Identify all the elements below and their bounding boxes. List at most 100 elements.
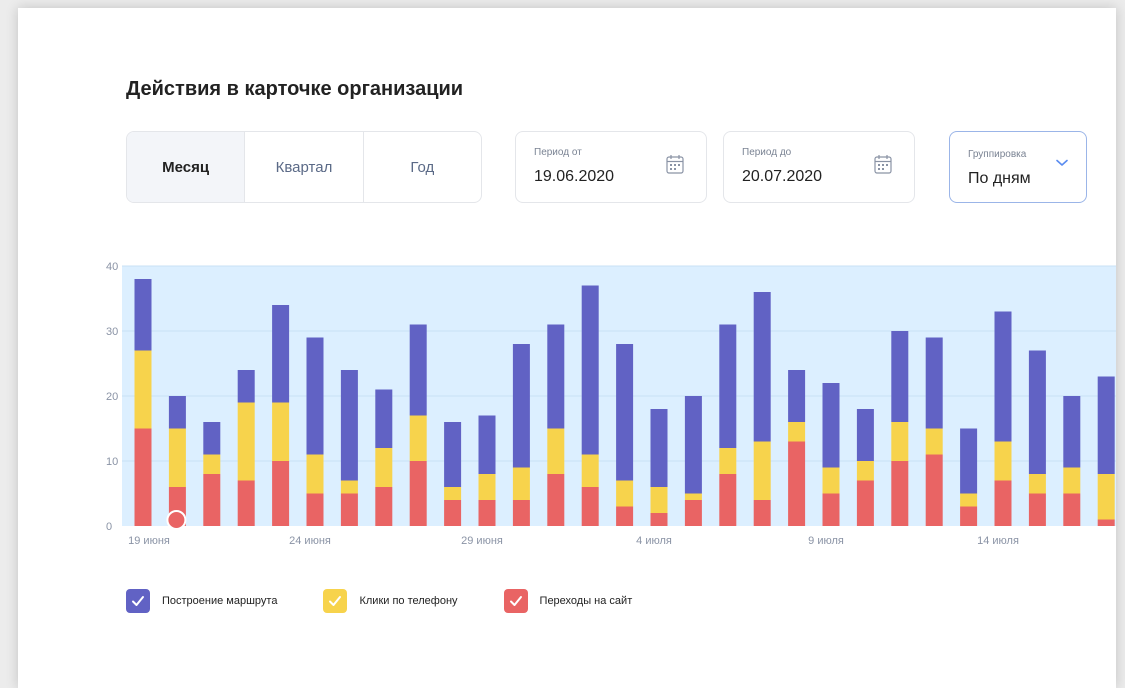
bar-route [478, 415, 496, 474]
y-tick-label: 10 [106, 456, 118, 468]
legend-checkbox-phone[interactable] [323, 589, 348, 613]
y-tick-label: 30 [106, 326, 118, 338]
legend-item-route[interactable]: Построение маршрута [126, 589, 277, 613]
page-title: Действия в карточке организации [126, 78, 464, 100]
bar-site [375, 487, 393, 526]
legend-checkbox-site[interactable] [503, 589, 528, 613]
bar-phone [168, 428, 186, 487]
bar-phone [306, 454, 324, 494]
bar-route [994, 311, 1012, 442]
bar-route [1063, 396, 1081, 468]
bar-route [856, 409, 874, 461]
bar-route [237, 370, 255, 403]
bar-site [616, 506, 634, 526]
bar-phone [960, 493, 978, 507]
bar-site [237, 480, 255, 526]
tab-month[interactable]: Месяц [127, 132, 246, 202]
bar-route [822, 383, 840, 468]
bar-route [891, 331, 909, 422]
bar-site [203, 474, 221, 526]
tab-year[interactable]: Год [364, 132, 481, 202]
x-tick-label: 29 июня [461, 535, 503, 547]
bar-phone [581, 454, 599, 487]
bar-route [547, 324, 565, 429]
bar-site [719, 474, 737, 526]
check-icon [509, 596, 522, 606]
bar-route [788, 370, 806, 422]
bar-route [616, 344, 634, 481]
bar-site [788, 441, 806, 526]
bar-site [512, 500, 530, 526]
bar-site [306, 493, 324, 526]
bar-site [753, 500, 771, 526]
bar-site [478, 500, 496, 526]
period-to-value: 20.07.2020 [742, 168, 823, 185]
bar-phone [1028, 474, 1046, 494]
bar-phone [203, 454, 221, 474]
y-tick-label: 20 [106, 391, 118, 403]
calendar-icon[interactable] [666, 154, 684, 174]
bar-route [409, 324, 427, 416]
bar-route [375, 389, 393, 448]
organization-card-panel: Действия в карточке организации Месяц Кв… [18, 8, 1116, 688]
bar-route [684, 396, 702, 494]
bar-route [512, 344, 530, 468]
bar-phone [237, 402, 255, 481]
tab-quarter[interactable]: Квартал [245, 132, 364, 202]
calendar-icon[interactable] [874, 154, 892, 174]
period-from-field[interactable]: Период от 19.06.2020 [515, 131, 707, 203]
grouping-select[interactable]: Группировка По дням [949, 131, 1087, 203]
tooltip-marker [166, 510, 187, 530]
grouping-caption: Группировка [968, 149, 1027, 160]
legend-item-phone[interactable]: Клики по телефону [323, 589, 458, 613]
period-to-field[interactable]: Период до 20.07.2020 [723, 131, 915, 203]
bar-site [409, 461, 427, 526]
chart-legend: Построение маршрута Клики по телефону Пе… [126, 589, 678, 613]
bar-site [272, 461, 290, 526]
bar-route [719, 324, 737, 448]
bar-phone [925, 428, 943, 455]
bar-site [994, 480, 1012, 526]
bar-phone [444, 487, 462, 500]
bar-route [306, 337, 324, 455]
legend-checkbox-route[interactable] [126, 589, 150, 613]
bar-site [960, 506, 978, 526]
bar-phone [994, 441, 1012, 481]
bar-route [272, 305, 290, 403]
bar-site [684, 500, 702, 526]
check-icon [132, 596, 144, 606]
bar-route [581, 285, 599, 455]
bar-route [960, 428, 978, 494]
bar-phone [272, 402, 290, 461]
y-tick-label: 40 [106, 261, 118, 273]
bar-route [650, 409, 668, 487]
x-tick-label: 14 июля [977, 535, 1019, 547]
bar-site [856, 480, 874, 526]
bar-phone [512, 467, 530, 500]
bar-phone [719, 448, 737, 474]
bar-phone [409, 415, 427, 461]
period-from-value: 19.06.2020 [534, 168, 615, 185]
bar-site [1028, 493, 1046, 526]
legend-label-route: Построение маршрута [162, 595, 278, 607]
y-tick-label: 0 [106, 521, 112, 533]
bar-site [444, 500, 462, 526]
period-to-caption: Период до [742, 147, 792, 158]
legend-item-site[interactable]: Переходы на сайт [503, 589, 633, 613]
x-tick-label: 24 июня [289, 535, 331, 547]
bar-route [1028, 350, 1046, 474]
bar-site [547, 474, 565, 526]
bar-route [444, 422, 462, 487]
bar-route [203, 422, 221, 455]
bar-route [134, 279, 152, 351]
bar-site [822, 493, 840, 526]
bar-route [925, 337, 943, 429]
bar-route [340, 370, 358, 481]
bar-phone [753, 441, 771, 500]
bar-phone [856, 461, 874, 481]
x-tick-label: 19 июня [128, 535, 170, 547]
bar-phone [822, 467, 840, 494]
legend-label-site: Переходы на сайт [539, 595, 633, 607]
bar-site [891, 461, 909, 526]
check-icon [329, 596, 342, 606]
